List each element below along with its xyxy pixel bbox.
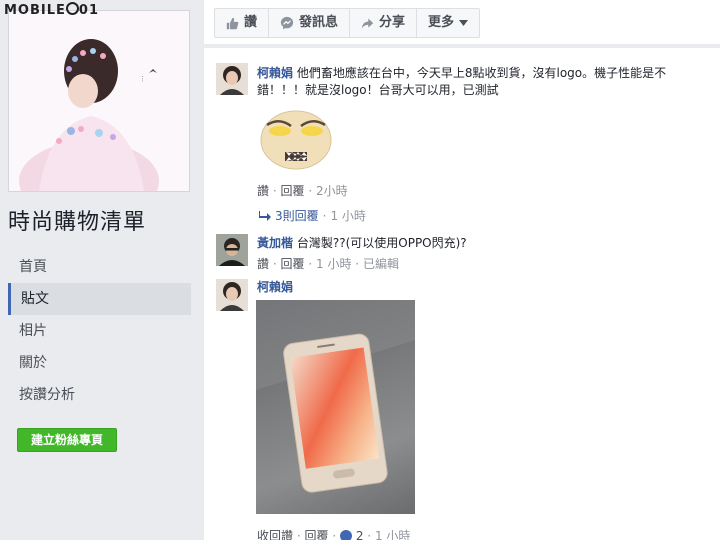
comment-author[interactable]: 柯賴娟 [257, 66, 293, 80]
comment-author[interactable]: 黃加楷 [257, 236, 293, 250]
comment-photo[interactable] [256, 300, 415, 514]
like-label: 讚 [244, 15, 258, 30]
like-reaction-icon[interactable] [340, 530, 352, 540]
more-button[interactable]: 更多 [417, 9, 479, 37]
page-title: 時尚購物清單 [8, 210, 147, 235]
comment-3-meta: 收回讚 · 回覆 · 2 · 1 小時 [257, 527, 410, 540]
nav-about[interactable]: 關於 [8, 347, 191, 379]
watermark-logo-circle [65, 2, 79, 15]
comment-time[interactable]: 2小時 [316, 184, 348, 198]
separator-dot: · [308, 257, 313, 271]
profile-photo [216, 234, 248, 266]
comment-1-meta: 讚 · 回覆 · 2小時 [257, 182, 348, 199]
separator-dot: · [272, 257, 277, 271]
like-link[interactable]: 讚 [257, 184, 269, 198]
like-page-button[interactable]: 讚 [215, 9, 270, 37]
separator-dot: · [367, 529, 372, 540]
like-count[interactable]: 2 [356, 529, 364, 540]
avatar[interactable] [216, 279, 248, 311]
separator-dot: · [355, 257, 360, 271]
more-label: 更多 [428, 15, 455, 30]
comment-2: 黃加楷 台灣製??(可以使用OPPO閃充)? [257, 235, 697, 252]
sticker [259, 105, 333, 175]
comment-time[interactable]: 1 小時 [375, 529, 410, 540]
send-message-button[interactable]: 發訊息 [269, 9, 351, 37]
reply-time: 1 小時 [330, 209, 366, 223]
share-label: 分享 [379, 15, 406, 30]
cover-illustration: ⋮ [9, 11, 189, 191]
reply-link[interactable]: 回覆 [281, 257, 305, 271]
edited-label[interactable]: 已編輯 [363, 257, 399, 271]
share-button[interactable]: 分享 [350, 9, 418, 37]
nav-photos[interactable]: 相片 [8, 315, 191, 347]
header-divider [204, 44, 720, 48]
share-arrow-icon [361, 18, 374, 28]
comment-text: 他們畜地應該在台中，今天早上8點收到貨，沒有logo。機子性能是不錯！！！就是沒… [257, 66, 667, 97]
main-feed: 讚 發訊息 分享 更多 柯賴娟 他們畜地應該在台中，今天早上8點收到貨，沒有lo… [204, 0, 720, 540]
message-label: 發訊息 [299, 15, 339, 30]
nav-home[interactable]: 首頁 [8, 251, 191, 283]
reply-arrow-icon [259, 210, 271, 221]
phone-photo-image [256, 300, 415, 493]
separator-dot: · [296, 529, 301, 540]
nav-posts[interactable]: 貼文 [8, 283, 191, 315]
create-page-button[interactable]: 建立粉絲專頁 [17, 428, 117, 452]
unlike-link[interactable]: 收回讚 [257, 529, 293, 540]
thumbs-up-icon [226, 17, 239, 29]
profile-photo [216, 63, 248, 95]
comment-1: 柯賴娟 他們畜地應該在台中，今天早上8點收到貨，沒有logo。機子性能是不錯！！… [257, 65, 697, 99]
comment-text: 台灣製??(可以使用OPPO閃充)? [296, 236, 467, 250]
page-action-bar: 讚 發訊息 分享 更多 [214, 8, 481, 38]
page-cover-image[interactable]: ⋮ [8, 10, 190, 192]
reply-link[interactable]: 回覆 [281, 184, 305, 198]
comment-author[interactable]: 柯賴娟 [257, 280, 293, 294]
grumpy-face-sticker-icon [260, 110, 332, 170]
view-replies-link[interactable]: 3則回覆 · 1 小時 [259, 207, 366, 224]
comment-2-meta: 讚 · 回覆 · 1 小時 · 已編輯 [257, 255, 399, 272]
separator-dot: · [332, 529, 337, 540]
comment-3: 柯賴娟 [257, 279, 697, 296]
reply-link[interactable]: 回覆 [305, 529, 329, 540]
like-link[interactable]: 讚 [257, 257, 269, 271]
messenger-icon [280, 16, 294, 30]
nav-likes-analytics[interactable]: 按讚分析 [8, 379, 191, 411]
separator-dot: · [308, 184, 313, 198]
profile-photo [216, 279, 248, 311]
left-sidebar: ⋮ MOBILE 01 時尚購物清單 首頁 貼文 相片 關於 按讚分析 建立粉絲專… [0, 0, 204, 540]
reply-count: 3則回覆 [275, 209, 319, 223]
caret-down-icon [459, 20, 469, 26]
svg-text:⋮: ⋮ [139, 75, 146, 83]
separator-dot: · [272, 184, 277, 198]
comment-time[interactable]: 1 小時 [316, 257, 351, 271]
mobile01-watermark: MOBILE 01 [4, 2, 99, 18]
avatar[interactable] [216, 63, 248, 95]
avatar[interactable] [216, 234, 248, 266]
separator-dot: · [322, 208, 327, 223]
